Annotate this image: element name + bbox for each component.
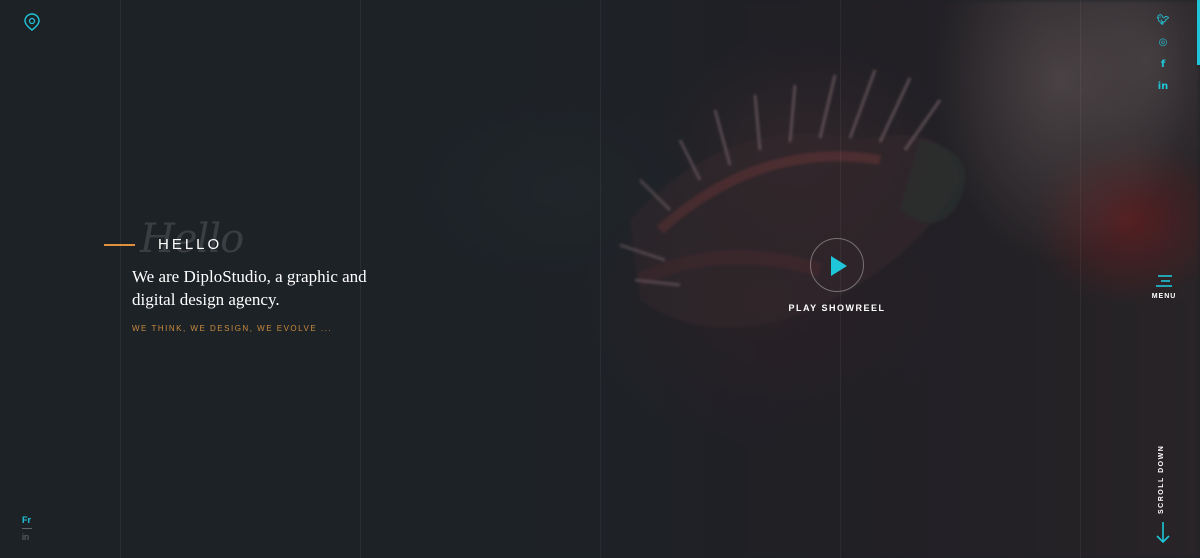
hero-tagline: We are DiploStudio, a graphic and digita… (132, 267, 367, 309)
language-current[interactable]: Fr (22, 515, 32, 525)
language-alternate[interactable]: in (22, 532, 32, 542)
social-links: 🐦︎ ◎ f in (1156, 14, 1170, 94)
scroll-down-label: SCROLL DOWN (1158, 444, 1165, 514)
play-icon (831, 256, 847, 276)
language-switcher: Fr in (22, 515, 32, 542)
arrow-down-icon (1156, 522, 1170, 544)
pin-logo-icon[interactable] (22, 12, 42, 32)
hero-slogan: WE THINK, WE DESIGN, WE EVOLVE ... (132, 324, 333, 333)
grid-line (1080, 0, 1081, 558)
hello-label: HELLO (158, 236, 223, 253)
language-divider (22, 528, 32, 529)
grid-line (120, 0, 121, 558)
play-showreel-button[interactable] (810, 238, 864, 292)
scroll-down-button[interactable]: SCROLL DOWN (1152, 444, 1174, 548)
instagram-icon[interactable]: ◎ (1156, 36, 1170, 50)
menu-button[interactable]: MENU (1150, 274, 1178, 304)
grid-line (600, 0, 601, 558)
hamburger-icon (1156, 275, 1172, 287)
linkedin-icon[interactable]: in (1156, 80, 1170, 94)
menu-label: MENU (1151, 293, 1177, 300)
hero-section: 🐦︎ ◎ f in Hello HELLO We are DiploStudio… (0, 0, 1200, 558)
hello-accent-line (104, 244, 135, 246)
play-showreel-label[interactable]: PLAY SHOWREEL (780, 303, 894, 313)
facebook-icon[interactable]: f (1156, 58, 1170, 72)
twitter-icon[interactable]: 🐦︎ (1156, 14, 1170, 28)
